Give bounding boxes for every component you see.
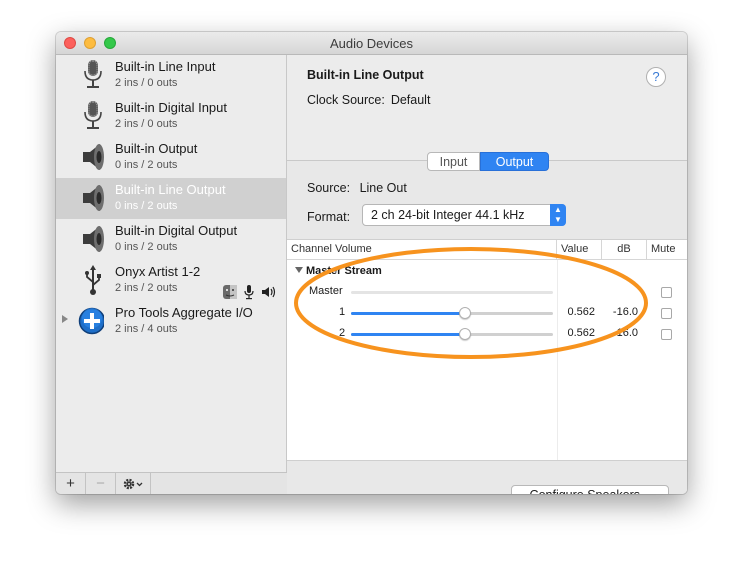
channel-2-slider-fill [351, 333, 465, 336]
source-row: Source: Line Out [307, 181, 407, 195]
chevron-updown-icon: ▲ ▼ [550, 204, 566, 226]
tab-input[interactable]: Input [427, 152, 480, 171]
device-list: Built-in Line Input 2 ins / 0 outs Built… [56, 55, 287, 472]
column-header-channel-volume: Channel Volume [287, 240, 557, 259]
configure-speakers-button[interactable]: Configure Speakers... [511, 485, 669, 494]
channel-1-db: -16.0 [612, 306, 638, 318]
output-tab-content: Source: Line Out Format: 2 ch 24-bit Int… [287, 161, 687, 494]
device-name: Built-in Line Output [115, 182, 226, 197]
device-io: 2 ins / 0 outs [115, 118, 178, 130]
sidebar-toolbar: + − [56, 472, 287, 494]
disclosure-triangle-icon [295, 267, 303, 273]
format-select[interactable]: 2 ch 24-bit Integer 44.1 kHz ▲ ▼ [362, 204, 566, 226]
master-mute-checkbox[interactable] [661, 287, 672, 298]
audio-devices-window: Audio Devices Built-in Line Input 2 ins … [56, 32, 687, 494]
device-io: 0 ins / 2 outs [115, 159, 178, 171]
disclosure-triangle[interactable] [62, 315, 68, 323]
device-name: Built-in Output [115, 141, 198, 156]
add-device-button[interactable]: + [56, 473, 86, 494]
device-name: Built-in Digital Output [115, 223, 238, 238]
device-item-onyx-artist[interactable]: Onyx Artist 1-2 2 ins / 2 outs [56, 260, 286, 301]
title-bar: Audio Devices [56, 32, 687, 55]
speaker-icon [83, 185, 104, 211]
channel-2-mute-checkbox[interactable] [661, 329, 672, 340]
clock-source-value[interactable]: Default [391, 93, 431, 107]
master-channel-label: Master [309, 285, 343, 297]
speaker-small-icon [261, 286, 275, 298]
channel-1-label: 1 [339, 306, 346, 318]
gear-menu-button[interactable] [116, 473, 151, 494]
device-item-built-in-digital-input[interactable]: Built-in Digital Input 2 ins / 0 outs [56, 96, 286, 137]
column-header-value: Value [557, 240, 602, 259]
channel-1-volume-slider[interactable] [351, 307, 553, 319]
device-name: Onyx Artist 1-2 [115, 264, 201, 279]
channel-1-mute-checkbox[interactable] [661, 308, 672, 319]
finder-icon [223, 285, 237, 299]
column-header-db: dB [602, 240, 647, 259]
device-tool-icons [222, 284, 279, 300]
usb-icon [85, 265, 101, 295]
gear-icon [123, 478, 143, 490]
device-io: 0 ins / 2 outs [115, 241, 178, 253]
channel-1-slider-fill [351, 312, 465, 315]
device-io: 0 ins / 2 outs [115, 200, 178, 212]
channel-volume-table: Channel Volume Value dB Mute Master Stre… [287, 239, 687, 461]
microphone-small-icon [244, 285, 254, 300]
device-name: Pro Tools Aggregate I/O [115, 305, 253, 320]
device-item-built-in-line-input[interactable]: Built-in Line Input 2 ins / 0 outs [56, 55, 286, 96]
clock-source-label: Clock Source: [307, 93, 385, 107]
remove-device-button[interactable]: − [86, 473, 116, 494]
window-title: Audio Devices [329, 36, 414, 51]
channel-1-value: 0.562 [567, 306, 595, 318]
device-detail-pane: Built-in Line Output Clock Source: Defaul… [287, 55, 687, 494]
device-item-built-in-line-output[interactable]: Built-in Line Output 0 ins / 2 outs [56, 178, 286, 219]
master-stream-label: Master Stream [306, 265, 382, 277]
device-name: Built-in Digital Input [115, 100, 227, 115]
device-item-built-in-digital-output[interactable]: Built-in Digital Output 0 ins / 2 outs [56, 219, 286, 260]
microphone-icon [84, 101, 102, 129]
speaker-icon [83, 144, 104, 170]
channel-1-slider-knob[interactable] [459, 307, 471, 319]
master-volume-slider [351, 291, 553, 294]
microphone-icon [84, 60, 102, 88]
master-stream-group[interactable]: Master Stream [295, 265, 382, 277]
format-label: Format: [307, 210, 351, 224]
device-item-pro-tools-aggregate[interactable]: Pro Tools Aggregate I/O 2 ins / 4 outs [56, 301, 286, 342]
help-button[interactable]: ? [646, 67, 666, 87]
speaker-icon [83, 226, 104, 252]
source-label: Source: [307, 181, 351, 195]
channel-2-label: 2 [339, 327, 346, 339]
tab-output[interactable]: Output [480, 152, 549, 171]
channel-2-slider-knob[interactable] [459, 328, 471, 340]
device-title: Built-in Line Output [307, 68, 424, 82]
device-name: Built-in Line Input [115, 59, 216, 74]
source-value: Line Out [359, 181, 407, 195]
column-header-mute: Mute [651, 243, 676, 255]
channel-2-db: -16.0 [612, 327, 638, 339]
format-value: 2 ch 24-bit Integer 44.1 kHz [371, 208, 525, 222]
device-io: 2 ins / 4 outs [115, 323, 178, 335]
channel-2-value: 0.562 [567, 327, 595, 339]
aggregate-plus-icon [78, 307, 104, 335]
device-item-built-in-output[interactable]: Built-in Output 0 ins / 2 outs [56, 137, 286, 178]
clock-source: Clock Source: Default [307, 93, 430, 107]
device-io: 2 ins / 0 outs [115, 77, 178, 89]
channel-2-volume-slider[interactable] [351, 328, 553, 340]
device-io: 2 ins / 2 outs [115, 282, 178, 294]
